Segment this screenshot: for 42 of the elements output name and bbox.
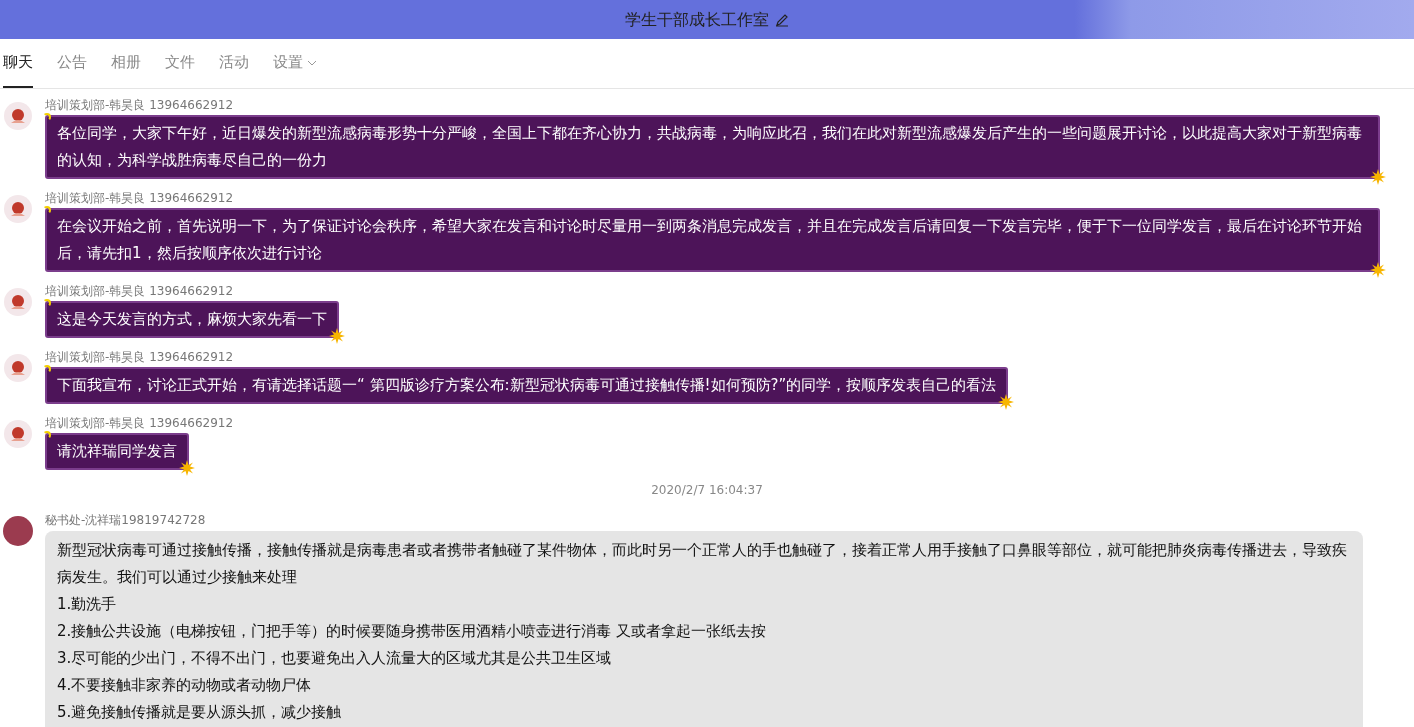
avatar[interactable]	[3, 516, 33, 546]
sender-name: 培训策划部-韩昊良 13964662912	[45, 97, 234, 113]
message-text: 各位同学，大家下午好，近日爆发的新型流感病毒形势十分严峻，全国上下都在齐心协力，共战病毒，为响应此召，我们在此对新型流感爆发后产生的一些问题展开讨论，以此提高大家对于新型病毒的认知，为科学战胜病毒尽自己的一份力	[57, 123, 1363, 171]
tab[interactable]: 公告	[57, 39, 87, 88]
moon-icon	[43, 365, 51, 373]
tab[interactable]: 聊天	[3, 39, 33, 88]
sparkle-icon	[329, 328, 345, 344]
tab[interactable]: 设置	[273, 39, 317, 88]
tab[interactable]: 相册	[111, 39, 141, 88]
moon-icon	[43, 299, 51, 307]
sender-name: 秘书处-沈祥瑞19819742728	[45, 512, 206, 528]
timestamp: 2020/2/7 16:04:37	[651, 482, 763, 499]
group-title: 学生干部成长工作室	[625, 8, 769, 31]
avatar[interactable]	[3, 287, 33, 317]
avatar[interactable]	[3, 194, 33, 224]
sparkle-icon	[1370, 169, 1386, 185]
sender-name: 培训策划部-韩昊良 13964662912	[45, 349, 234, 365]
moon-icon	[43, 431, 51, 439]
sparkle-icon	[1370, 262, 1386, 278]
sender-name: 培训策划部-韩昊良 13964662912	[45, 283, 234, 299]
sender-name: 培训策划部-韩昊良 13964662912	[45, 415, 234, 431]
message-text: 5.避免接触传播就是要从源头抓，减少接触	[57, 702, 343, 723]
sparkle-icon	[998, 394, 1015, 410]
tab[interactable]: 文件	[165, 39, 195, 88]
message-text: 2.接触公共设施（电梯按钮，门把手等）的时候要随身携带医用酒精小喷壶进行消毒 又或者拿起一张纸去按	[57, 621, 768, 642]
moon-icon	[43, 113, 51, 121]
message-text: 1.勤洗手	[57, 594, 118, 615]
message-text: 下面我宣布，讨论正式开始，有请选择话题一“ 第四版诊疗方案公布:新型冠状病毒可通过接触传播!如何预防?”的同学，按顺序发表自己的看法	[57, 375, 997, 396]
message-text: 在会议开始之前，首先说明一下，为了保证讨论会秩序，希望大家在发言和讨论时尽量用一到两条消息完成发言，并且在完成发言后请回复一下发言完毕，便于下一位同学发言，最后在讨论环节开始后，请先扣1，然后按顺序依次进行讨论	[57, 216, 1363, 264]
message-text: 新型冠状病毒可通过接触传播，接触传播就是病毒患者或者携带者触碰了某件物体，而此时另一个正常人的手也触碰了，接着正常人用手接触了口鼻眼等部位，就可能把肺炎病毒传播进去，导致疾病发生。我们可以通过少接触来处理	[57, 540, 1348, 588]
moon-icon	[43, 206, 51, 214]
avatar[interactable]	[3, 101, 33, 131]
sparkle-icon	[179, 460, 195, 476]
message-text: 这是今天发言的方式，麻烦大家先看一下	[57, 309, 327, 330]
message-text: 4.不要接触非家养的动物或者动物尸体	[57, 675, 313, 696]
message-text: 请沈祥瑞同学发言	[57, 441, 177, 462]
message-text: 3.尽可能的少出门，不得不出门，也要避免出入人流量大的区域尤其是公共卫生区域	[57, 648, 613, 669]
sender-name: 培训策划部-韩昊良 13964662912	[45, 190, 234, 206]
tab[interactable]: 活动	[219, 39, 249, 88]
avatar[interactable]	[3, 353, 33, 383]
edit-icon[interactable]	[775, 12, 789, 27]
avatar[interactable]	[3, 419, 33, 449]
